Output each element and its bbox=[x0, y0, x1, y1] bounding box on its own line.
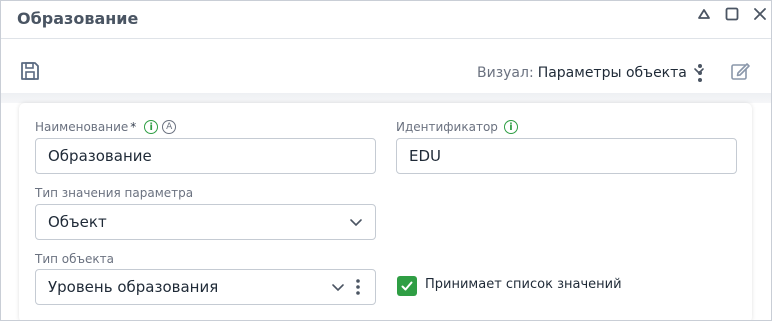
name-input[interactable]: Образование bbox=[35, 138, 376, 174]
accepts-list-label[interactable]: Принимает список значений bbox=[425, 277, 622, 292]
edit-icon[interactable] bbox=[729, 60, 751, 82]
name-input-value: Образование bbox=[48, 147, 152, 165]
info-icon[interactable]: i bbox=[144, 120, 159, 134]
param-type-label: Тип значения параметра bbox=[35, 185, 193, 201]
chevron-down-icon bbox=[331, 280, 345, 294]
identifier-field-label: Идентификатор i bbox=[396, 119, 518, 135]
identifier-input[interactable]: EDU bbox=[396, 138, 737, 174]
autotranslate-icon[interactable]: A bbox=[162, 120, 177, 134]
name-label-text: Наименование bbox=[35, 120, 129, 134]
save-icon[interactable] bbox=[19, 60, 41, 82]
close-icon[interactable] bbox=[751, 5, 769, 23]
param-type-label-text: Тип значения параметра bbox=[35, 186, 194, 200]
identifier-label-text: Идентификатор bbox=[396, 120, 498, 134]
visual-selector[interactable]: Визуал: Параметры объекта bbox=[477, 64, 705, 82]
window: Образование Визуал: Параметры объекта На… bbox=[0, 0, 772, 321]
visual-label: Визуал: bbox=[477, 65, 534, 81]
form-card: Наименование * i A Образование Идентифик… bbox=[19, 103, 752, 320]
window-title: Образование bbox=[17, 9, 139, 28]
toolbar-divider bbox=[1, 93, 771, 103]
required-mark: * bbox=[130, 120, 137, 134]
object-type-select[interactable]: Уровень образования bbox=[35, 269, 376, 305]
toolbar: Визуал: Параметры объекта bbox=[1, 40, 771, 94]
name-field-label: Наименование * i A bbox=[35, 119, 177, 135]
collapse-icon[interactable] bbox=[695, 5, 713, 23]
object-type-label: Тип объекта bbox=[35, 251, 114, 267]
object-type-label-text: Тип объекта bbox=[35, 252, 114, 266]
title-bar: Образование bbox=[1, 1, 771, 39]
identifier-input-value: EDU bbox=[409, 147, 442, 165]
param-type-value: Объект bbox=[48, 213, 107, 231]
visual-value: Параметры объекта bbox=[537, 65, 687, 81]
chevron-down-icon bbox=[349, 215, 363, 229]
object-type-more-icon[interactable] bbox=[355, 278, 361, 296]
info-icon[interactable]: i bbox=[503, 120, 518, 134]
accepts-list-checkbox[interactable] bbox=[397, 276, 417, 296]
object-type-value: Уровень образования bbox=[48, 278, 219, 296]
more-options-icon[interactable] bbox=[695, 62, 705, 84]
param-type-select[interactable]: Объект bbox=[35, 204, 376, 240]
maximize-icon[interactable] bbox=[723, 5, 741, 23]
